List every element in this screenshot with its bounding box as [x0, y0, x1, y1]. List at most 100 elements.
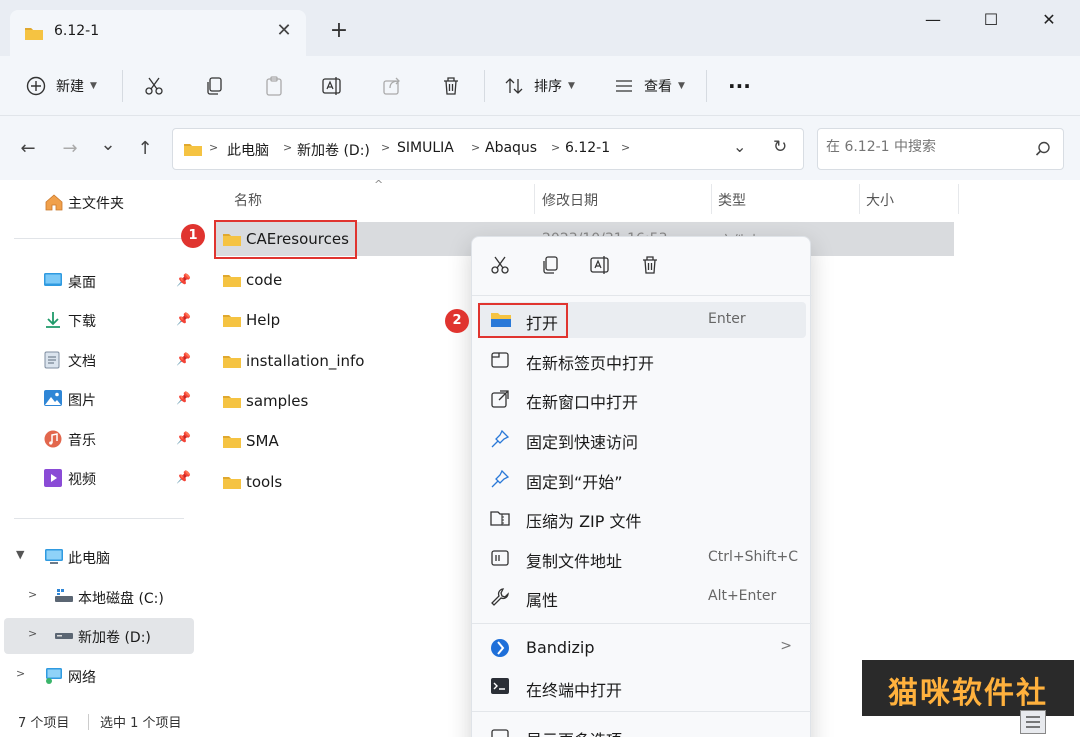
back-button[interactable]: ← [16, 138, 40, 160]
chevron-right-icon: > [780, 638, 792, 654]
breadcrumb-drive-d[interactable]: 新加卷 (D:) [297, 140, 370, 160]
up-button[interactable]: ↑ [133, 138, 157, 160]
refresh-button[interactable]: ↻ [773, 137, 787, 157]
highlight-box [478, 303, 568, 338]
column-name[interactable]: 名称 [234, 190, 262, 210]
view-button[interactable]: 查看 ▼ [614, 70, 685, 102]
delete-button[interactable] [441, 70, 461, 102]
menu-item-pin-start[interactable]: 固定到“开始” [478, 461, 806, 497]
sidebar-item-videos[interactable]: 视频 📌 [0, 460, 196, 496]
menu-item-shortcut: Alt+Enter [708, 588, 777, 604]
new-label: 新建 [56, 79, 84, 95]
pin-icon: 📌 [176, 273, 191, 287]
new-window-icon [490, 389, 512, 411]
copy-icon[interactable] [540, 255, 562, 277]
trash-icon[interactable] [640, 255, 662, 277]
pin-start-icon [490, 469, 512, 491]
more-options-button[interactable]: ··· [728, 70, 751, 102]
sidebar-item-label: 视频 [68, 472, 96, 488]
sidebar-item-pictures[interactable]: 图片 📌 [0, 381, 196, 417]
pin-icon: 📌 [176, 352, 191, 366]
cut-button[interactable] [144, 70, 164, 102]
breadcrumb-simulia[interactable]: SIMULIA [397, 140, 454, 156]
new-button[interactable]: 新建 ▼ [26, 70, 97, 102]
maximize-button[interactable]: ☐ [968, 6, 1014, 34]
sidebar-item-label: 图片 [68, 393, 96, 409]
breadcrumb-6-12-1[interactable]: 6.12-1 [565, 140, 610, 156]
scissors-icon[interactable] [490, 255, 512, 277]
menu-item-label: 属性 [526, 591, 559, 610]
sidebar-item-drive-d[interactable]: > 新加卷 (D:) [4, 618, 194, 654]
sidebar-item-downloads[interactable]: 下载 📌 [0, 302, 196, 338]
watermark: 猫咪软件社 [862, 660, 1074, 716]
minimize-button[interactable]: — [910, 6, 956, 34]
sidebar-item-this-pc[interactable]: ▼ 此电脑 [0, 539, 196, 575]
sidebar-item-network[interactable]: > 网络 [0, 658, 196, 694]
close-window-button[interactable]: ✕ [1026, 6, 1072, 34]
column-divider[interactable] [958, 184, 959, 214]
menu-item-open-new-tab[interactable]: 在新标签页中打开 [478, 342, 806, 378]
sidebar-item-music[interactable]: 音乐 📌 [0, 421, 196, 457]
copy-button[interactable] [204, 70, 224, 102]
navigation-pane: 主文件夹 桌面 📌 下载 📌 文档 📌 图片 📌 音乐 📌 视频 📌 ▼ 此电脑… [0, 180, 196, 707]
menu-item-show-more[interactable]: 显示更多选项 [478, 719, 806, 737]
sort-label: 排序 [534, 79, 562, 95]
chevron-right-icon: > [16, 667, 26, 680]
menu-item-pin-quick-access[interactable]: 固定到快速访问 [478, 421, 806, 457]
breadcrumb-separator: > [551, 141, 561, 154]
menu-item-open-new-window[interactable]: 在新窗口中打开 [478, 381, 806, 417]
rename-button[interactable] [322, 70, 344, 102]
column-divider[interactable] [859, 184, 860, 214]
command-bar: 新建 ▼ 排序 ▼ 查看 ▼ ··· [0, 56, 1080, 116]
rename-icon[interactable] [590, 255, 612, 277]
search-box[interactable] [817, 128, 1064, 170]
scissors-icon [144, 76, 164, 96]
music-icon [44, 430, 62, 448]
watermark-text: 猫咪软件社 [888, 676, 1048, 711]
menu-item-properties[interactable]: 属性 Alt+Enter [478, 579, 806, 615]
pin-icon: 📌 [176, 312, 191, 326]
column-divider[interactable] [534, 184, 535, 214]
details-view-button[interactable] [1020, 710, 1046, 734]
forward-button[interactable]: → [58, 138, 82, 160]
column-type[interactable]: 类型 [718, 190, 746, 210]
chevron-down-icon: ▼ [16, 548, 25, 561]
step-badge-2: 2 [445, 309, 469, 333]
column-modified[interactable]: 修改日期 [542, 190, 598, 210]
address-dropdown-button[interactable]: ⌄ [733, 137, 746, 156]
breadcrumb-abaqus[interactable]: Abaqus [485, 140, 537, 156]
folder-icon [222, 474, 242, 494]
share-button[interactable] [382, 70, 402, 102]
menu-item-compress-zip[interactable]: 压缩为 ZIP 文件 [478, 500, 806, 536]
sidebar-item-documents[interactable]: 文档 📌 [0, 342, 196, 378]
folder-icon [222, 353, 242, 373]
menu-item-copy-path[interactable]: 复制文件地址 Ctrl+Shift+C [478, 540, 806, 576]
paste-button[interactable] [264, 70, 284, 102]
menu-item-bandizip[interactable]: Bandizip > [478, 630, 806, 666]
title-bar: 6.12-1 ✕ + — ☐ ✕ [0, 0, 1080, 56]
pin-icon [490, 429, 512, 451]
menu-item-open-terminal[interactable]: 在终端中打开 [478, 669, 806, 705]
pin-icon: 📌 [176, 391, 191, 405]
toolbar-divider [122, 70, 123, 102]
search-icon [1035, 141, 1051, 161]
breadcrumb-this-pc[interactable]: 此电脑 [227, 140, 269, 160]
sidebar-item-home[interactable]: 主文件夹 [0, 184, 196, 220]
recent-locations-button[interactable]: ⌄ [96, 134, 120, 156]
context-menu-quick-actions [472, 237, 812, 295]
search-input[interactable] [826, 139, 1026, 155]
tab-6-12-1[interactable]: 6.12-1 ✕ [10, 10, 306, 56]
trash-icon [441, 76, 461, 96]
column-size[interactable]: 大小 [866, 190, 894, 210]
close-tab-icon[interactable]: ✕ [272, 19, 296, 43]
new-tab-button[interactable]: + [326, 18, 352, 44]
sort-button[interactable]: 排序 ▼ [504, 70, 575, 102]
menu-item-shortcut: Enter [708, 311, 746, 327]
copy-icon [204, 76, 224, 96]
column-divider[interactable] [711, 184, 712, 214]
menu-item-label: 固定到“开始” [526, 473, 623, 492]
sidebar-divider [14, 238, 184, 239]
address-bar[interactable]: > 此电脑 > 新加卷 (D:) > SIMULIA > Abaqus > 6.… [172, 128, 804, 170]
sidebar-item-desktop[interactable]: 桌面 📌 [0, 263, 196, 299]
sidebar-item-drive-c[interactable]: > 本地磁盘 (C:) [0, 579, 196, 615]
